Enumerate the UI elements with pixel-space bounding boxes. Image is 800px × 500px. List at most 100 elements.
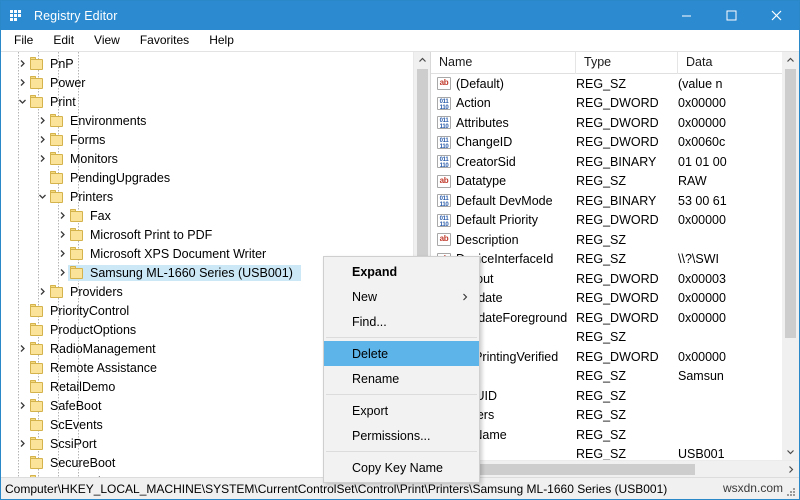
folder-icon [30, 57, 45, 70]
value-row[interactable]: yUpdateREG_DWORD0x00000 [431, 289, 799, 309]
list-vertical-scrollbar[interactable] [782, 52, 799, 460]
chevron-right-icon[interactable] [15, 54, 30, 73]
tree-item[interactable]: Power [1, 73, 413, 92]
chevron-right-icon[interactable] [15, 73, 30, 92]
maximize-icon[interactable] [709, 1, 754, 30]
context-menu-item-find[interactable]: Find... [324, 309, 479, 334]
list-scroll-track[interactable] [782, 69, 799, 443]
tree-item[interactable]: Forms [1, 130, 413, 149]
tree-item-content[interactable]: Microsoft XPS Document Writer [70, 247, 270, 261]
tree-item-content[interactable]: Printers [50, 190, 117, 204]
chevron-right-icon[interactable] [35, 130, 50, 149]
context-menu-item-expand[interactable]: Expand [324, 259, 479, 284]
list-scroll-down-icon[interactable] [782, 443, 799, 460]
tree-item[interactable]: PendingUpgrades [1, 168, 413, 187]
list-hscroll-track[interactable] [448, 461, 782, 478]
list-scroll-up-icon[interactable] [782, 52, 799, 69]
tree-item-content[interactable]: Print [30, 95, 80, 109]
context-menu-item-delete[interactable]: Delete [324, 341, 479, 366]
value-row[interactable]: 011 110 CreatorSid REG_BINARY 01 01 00 [431, 152, 799, 172]
value-row[interactable]: 011 110 Attributes REG_DWORD 0x00000 [431, 113, 799, 133]
tree-item[interactable]: PnP [1, 54, 413, 73]
value-row[interactable]: eREG_SZSamsun [431, 367, 799, 387]
column-header-type[interactable]: Type [576, 52, 678, 74]
chevron-right-icon[interactable] [55, 244, 70, 263]
menu-edit[interactable]: Edit [44, 31, 83, 50]
tree-item-content[interactable]: Microsoft Print to PDF [70, 228, 216, 242]
tree-item-content[interactable]: Monitors [50, 152, 122, 166]
context-menu-item-new[interactable]: New [324, 284, 479, 309]
value-row[interactable]: 011 110 Action REG_DWORD 0x00000 [431, 94, 799, 114]
chevron-right-icon[interactable] [35, 282, 50, 301]
chevron-right-icon[interactable] [55, 206, 70, 225]
chevron-right-icon[interactable] [15, 339, 30, 358]
tree-item-content[interactable]: Fax [70, 209, 115, 223]
menu-file[interactable]: File [5, 31, 42, 50]
scroll-up-icon[interactable] [414, 52, 431, 69]
tree-item-content[interactable]: Environments [50, 114, 150, 128]
context-menu-item-rename[interactable]: Rename [324, 366, 479, 391]
value-row[interactable]: yUpdateForeground REG_DWORD 0x00000 [431, 308, 799, 328]
value-row[interactable]: tionREG_SZ [431, 328, 799, 348]
value-row[interactable]: ab (Default) REG_SZ (value n [431, 74, 799, 94]
tree-item-content[interactable]: Providers [50, 285, 127, 299]
value-row[interactable]: ab Description REG_SZ [431, 230, 799, 250]
tree-item-content[interactable]: SecureBoot [30, 456, 119, 470]
tree-item-content[interactable]: RetailDemo [30, 380, 119, 394]
tree-item[interactable]: Printers [1, 187, 413, 206]
tree-item-content[interactable]: PriorityControl [30, 304, 133, 318]
value-row[interactable]: metersREG_SZ [431, 406, 799, 426]
value-row[interactable]: 011 110 Default DevMode REG_BINARY 53 00 61 [431, 191, 799, 211]
value-row[interactable]: ctGUIDREG_SZ [431, 386, 799, 406]
tree-item[interactable]: Fax [1, 206, 413, 225]
chevron-right-icon[interactable] [55, 225, 70, 244]
tree-item-content[interactable]: ScEvents [30, 418, 107, 432]
value-row[interactable]: imeoutREG_DWORD0x00003 [431, 269, 799, 289]
column-header-data[interactable]: Data [678, 52, 799, 74]
value-row[interactable]: 011 110 Default Priority REG_DWORD 0x00000 [431, 211, 799, 231]
chevron-down-icon[interactable] [35, 187, 50, 206]
list-horizontal-scrollbar[interactable] [431, 460, 799, 477]
tree-item-content[interactable]: SafeBoot [30, 399, 105, 413]
tree-item[interactable]: Print [1, 92, 413, 111]
value-data-cell: \\?\SWI [678, 252, 719, 267]
menu-view[interactable]: View [85, 31, 129, 50]
tree-item-content[interactable]: ProductOptions [30, 323, 140, 337]
tree-item-content[interactable]: Remote Assistance [30, 361, 161, 375]
chevron-down-icon[interactable] [15, 92, 30, 111]
close-icon[interactable] [754, 1, 799, 30]
chevron-right-icon[interactable] [15, 396, 30, 415]
context-menu-item-permissions[interactable]: Permissions... [324, 423, 479, 448]
tree-item-content[interactable]: Forms [50, 133, 109, 147]
chevron-right-icon[interactable] [35, 111, 50, 130]
values-list[interactable]: ab (Default) REG_SZ (value n 011 110 Action REG… [431, 74, 799, 477]
tree-item[interactable]: Monitors [1, 149, 413, 168]
value-row[interactable]: abDeviceInterfaceIdREG_SZ\\?\SWI [431, 250, 799, 270]
list-hscroll-thumb[interactable] [448, 463, 696, 475]
resize-grip-icon[interactable] [786, 487, 796, 497]
value-row[interactable]: 011 110 ChangeID REG_DWORD 0x0060c [431, 133, 799, 153]
context-menu[interactable]: Expand New Find... Delete Rename Export Permis… [323, 256, 480, 483]
tree-item-content[interactable]: Power [30, 76, 89, 90]
chevron-right-icon[interactable] [15, 434, 30, 453]
menu-help[interactable]: Help [200, 31, 243, 50]
list-scroll-right-icon[interactable] [782, 461, 799, 478]
chevron-right-icon[interactable] [35, 149, 50, 168]
column-header-name[interactable]: Name [431, 52, 576, 74]
value-row[interactable]: ab Datatype REG_SZ RAW [431, 172, 799, 192]
value-row[interactable]: ernPrintingVerified REG_DWORD 0x00000 [431, 347, 799, 367]
tree-item-content[interactable]: RadioManagement [30, 342, 160, 356]
tree-item-content[interactable]: PendingUpgrades [50, 171, 174, 185]
tree-item-content[interactable]: PnP [30, 57, 78, 71]
menu-favorites[interactable]: Favorites [131, 31, 198, 50]
tree-item[interactable]: Microsoft Print to PDF [1, 225, 413, 244]
minimize-icon[interactable] [664, 1, 709, 30]
tree-item-content[interactable]: ScsiPort [30, 437, 101, 451]
value-name-label: Description [456, 232, 519, 247]
tree-item-selected[interactable]: Samsung ML-1660 Series (USB001) [68, 264, 301, 281]
list-scroll-thumb[interactable] [785, 69, 796, 339]
tree-item[interactable]: Environments [1, 111, 413, 130]
context-menu-item-export[interactable]: Export [324, 398, 479, 423]
value-row[interactable]: serName REG_SZ [431, 425, 799, 445]
context-menu-item-copy-key-name[interactable]: Copy Key Name [324, 455, 479, 480]
